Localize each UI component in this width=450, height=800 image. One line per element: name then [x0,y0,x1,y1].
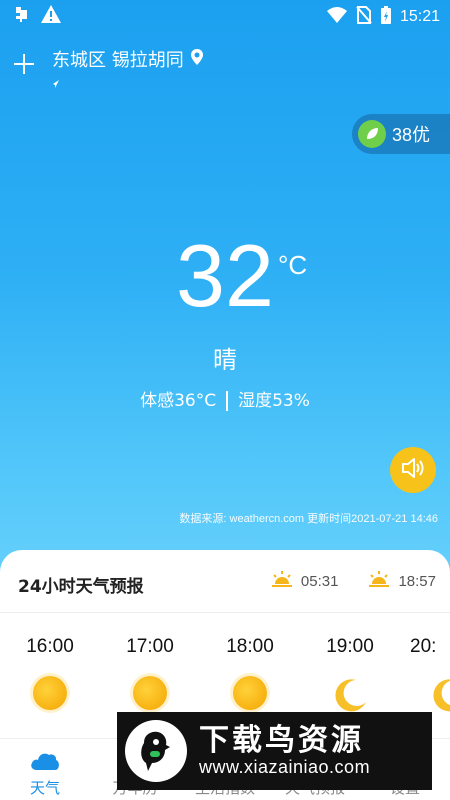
hour-time: 17:00 [126,636,174,657]
status-bar: 15:21 [0,0,450,32]
speaker-icon [400,456,426,484]
sun-icon [230,676,270,716]
wifi-icon [326,6,348,28]
hour-time: 16:00 [26,636,74,657]
gps-arrow-icon [52,74,60,88]
hour-item: 18:00 [210,636,290,716]
cloud-icon [0,745,90,775]
sun-times: 05:31 18:57 [271,570,436,592]
location-pin-icon [190,48,204,71]
voice-broadcast-button[interactable] [390,447,436,493]
leaf-icon [358,120,386,148]
status-time: 15:21 [399,8,440,25]
sunrise-time: 05:31 [300,572,339,590]
moon-icon [330,676,370,716]
aqi-value: 38优 [392,125,431,145]
current-temperature: 32 [176,226,274,325]
hourly-title: 24小时天气预报 [18,577,144,597]
moon-icon [428,676,450,716]
feels-like: 体感36°C [140,391,217,411]
hour-time: 19:00 [326,636,374,657]
hour-item: 17:00 [110,636,190,716]
hour-time: 20: [410,636,437,657]
sun-icon [130,676,170,716]
hour-item: 16:00 [10,636,90,716]
sunset-time: 18:57 [398,572,436,590]
watermark-banner: 下载鸟资源 www.xiazainiao.com [117,712,432,790]
card-divider [0,612,450,613]
weather-condition: 晴 [213,346,237,374]
hour-item: 20: [410,636,450,716]
bug-icon [12,4,32,28]
feel-humidity-row: 体感36°C 湿度53% [0,386,450,411]
sunrise-icon [271,570,293,592]
watermark-url: www.xiazainiao.com [199,757,371,777]
data-source: 数据来源: weathercn.com 更新时间2021-07-21 14:46 [179,513,438,525]
humidity: 湿度53% [238,391,310,411]
hour-item: 19:00 [310,636,390,716]
sun-icon [30,676,70,716]
bird-logo-icon [125,720,187,782]
location-title[interactable]: 东城区 锡拉胡同 [52,46,204,72]
sunset-icon [368,570,390,592]
aqi-badge[interactable]: 38优 [352,114,450,154]
tab-label: 天气 [29,779,60,797]
current-temperature-block: 32 [0,232,450,320]
tab-weather[interactable]: 天气 [0,745,90,798]
battery-charging-icon [380,5,392,29]
location-label: 东城区 锡拉胡同 [52,50,184,71]
divider [226,391,229,411]
warning-icon [40,4,62,28]
add-city-button[interactable] [12,52,36,76]
watermark-title: 下载鸟资源 [199,723,364,758]
hour-time: 18:00 [226,636,274,657]
no-sim-icon [356,6,372,28]
temperature-unit: °C [278,250,308,280]
